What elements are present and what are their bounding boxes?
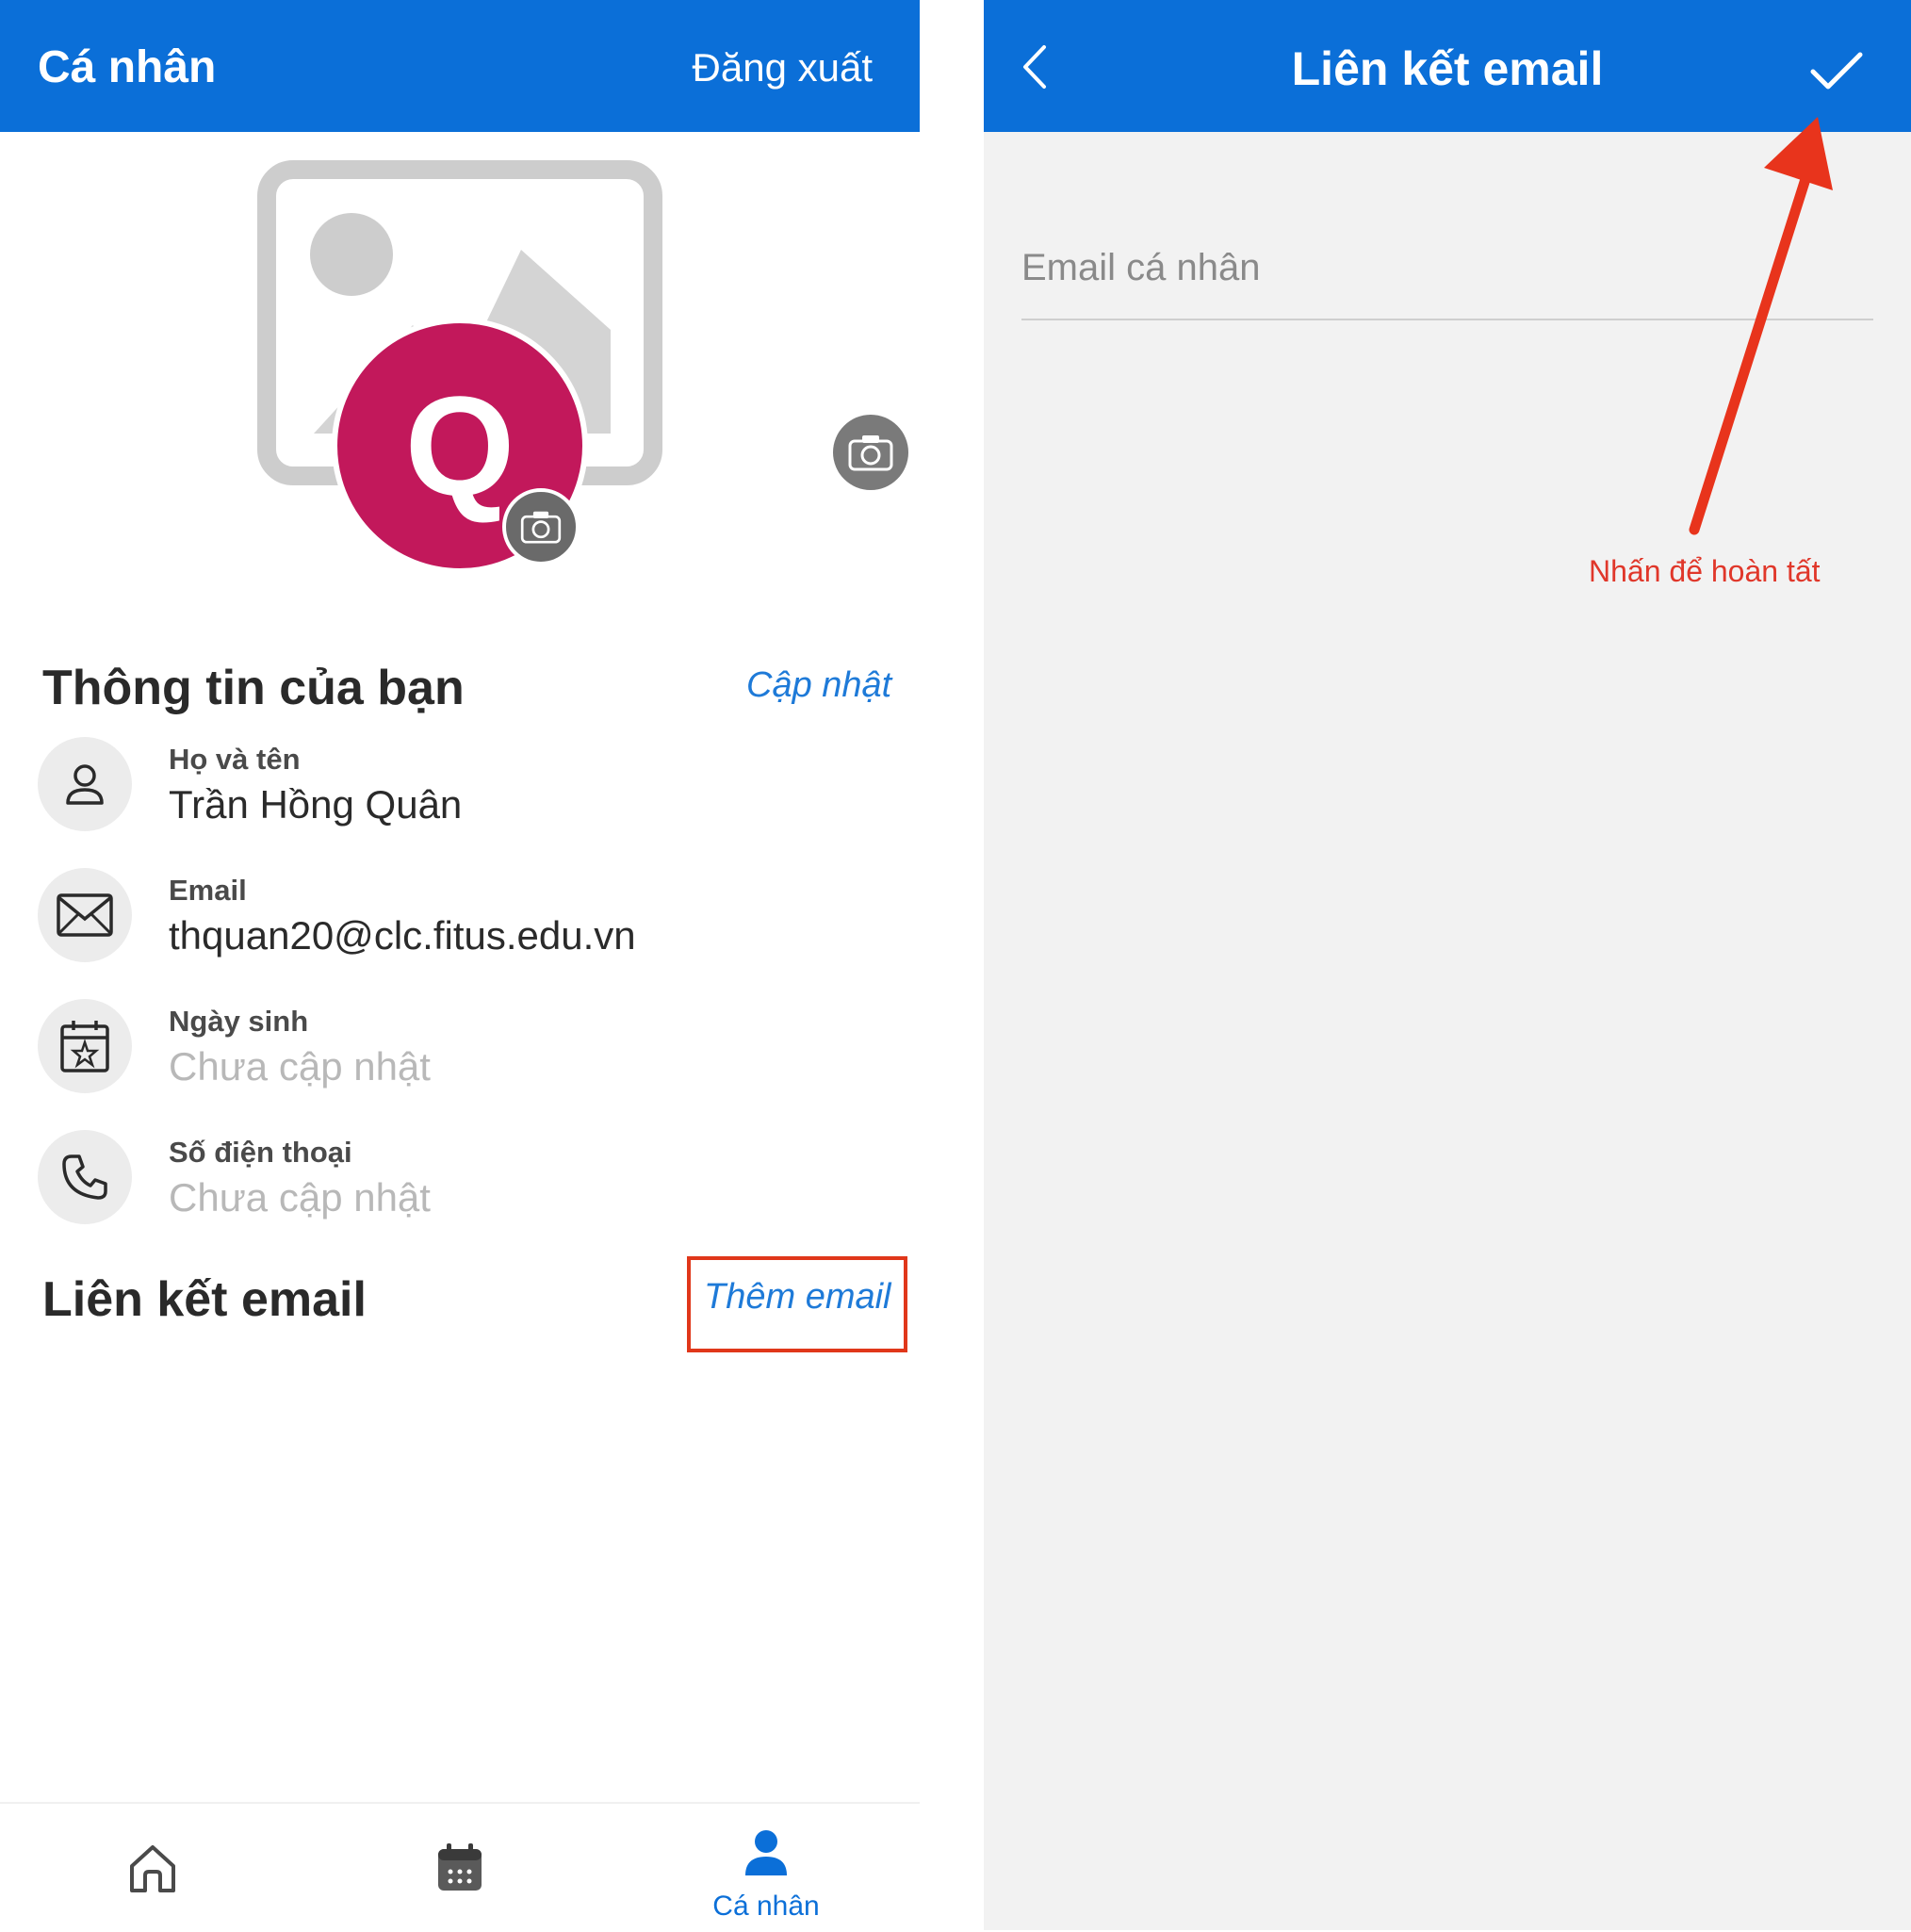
annotation-text: Nhấn để hoàn tất — [1589, 554, 1821, 588]
link-email-screen: Liên kết email Email cá nhân Nhấn để hoà… — [984, 0, 1911, 1930]
mail-icon — [38, 868, 132, 962]
phone-icon — [38, 1130, 132, 1224]
info-row-birthday: Ngày sinh Chưa cập nhật — [38, 999, 886, 1103]
email-value: thquan20@clc.fitus.edu.vn — [169, 913, 636, 958]
info-row-phone: Số điện thoại Chưa cập nhật — [38, 1130, 886, 1234]
info-section-title: Thông tin của bạn — [42, 661, 465, 715]
calendar-star-icon — [38, 999, 132, 1093]
header-title: Cá nhân — [38, 42, 217, 92]
email-link-section-title: Liên kết email — [42, 1272, 367, 1327]
annotation-highlight-box — [687, 1256, 907, 1352]
update-info-link[interactable]: Cập nhật — [746, 665, 891, 706]
phone-value: Chưa cập nhật — [169, 1175, 431, 1220]
fullname-value: Trần Hồng Quân — [169, 782, 463, 827]
phone-label: Số điện thoại — [169, 1136, 352, 1169]
change-avatar-button[interactable] — [502, 488, 580, 565]
camera-icon — [520, 511, 562, 544]
change-cover-button[interactable] — [833, 415, 908, 490]
bottom-nav: Cá nhân — [0, 1802, 920, 1932]
avatar-letter: Q — [404, 366, 515, 525]
logout-button[interactable]: Đăng xuất — [693, 45, 873, 90]
birthday-value: Chưa cập nhật — [169, 1044, 431, 1089]
annotation-arrow — [1689, 117, 1833, 535]
nav-profile-label: Cá nhân — [712, 1891, 820, 1922]
fullname-label: Họ và tên — [169, 743, 301, 776]
email-label: Email — [169, 874, 247, 907]
profile-screen: Cá nhân Đăng xuất Q Thông tin của bạn Cậ… — [0, 0, 920, 1932]
calendar-icon — [438, 1843, 482, 1891]
info-row-fullname: Họ và tên Trần Hồng Quân — [38, 737, 886, 841]
home-icon — [130, 1845, 175, 1892]
nav-profile[interactable]: Cá nhân — [672, 1804, 860, 1932]
camera-icon — [848, 435, 893, 471]
screen-divider — [920, 0, 984, 1930]
nav-home[interactable] — [58, 1804, 247, 1932]
person-icon — [38, 737, 132, 831]
info-row-email: Email thquan20@clc.fitus.edu.vn — [38, 868, 886, 972]
app-header: Cá nhân Đăng xuất — [0, 0, 920, 132]
nav-calendar[interactable] — [366, 1804, 554, 1932]
person-icon — [745, 1830, 787, 1875]
birthday-label: Ngày sinh — [169, 1005, 309, 1038]
